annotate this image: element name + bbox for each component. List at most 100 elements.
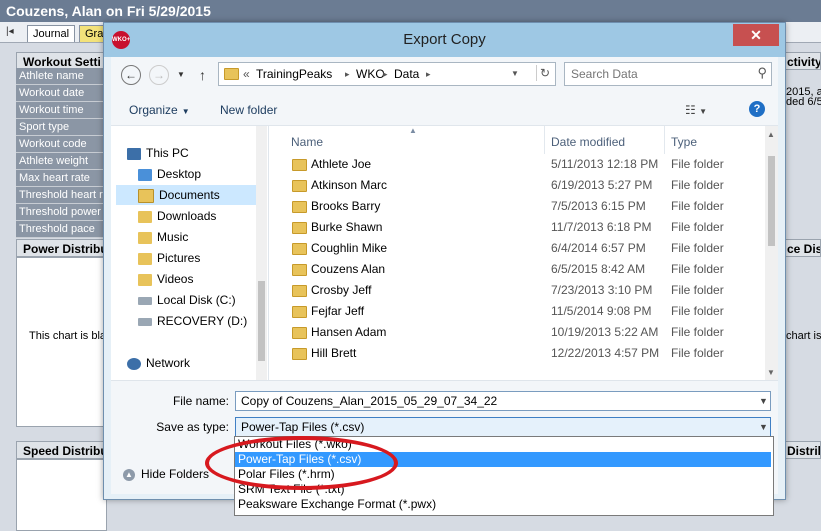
activity-header-right: ctivity o: [784, 52, 821, 70]
search-icon[interactable]: ⚲: [757, 65, 767, 81]
option-peaksware-exchange-format[interactable]: Peaksware Exchange Format (*.pwx): [235, 497, 771, 512]
field-workout-date: Workout date: [16, 85, 104, 102]
file-row[interactable]: Athlete Joe 5/11/2013 12:18 PM File folder: [269, 154, 765, 175]
nav-item-recovery-d[interactable]: RECOVERY (D:): [138, 311, 247, 331]
file-type: File folder: [671, 325, 724, 339]
field-threshold-heart-rate: Threshold heart ra: [16, 187, 104, 204]
app-title: Couzens, Alan on Fri 5/29/2015: [6, 3, 211, 19]
breadcrumb-data[interactable]: Data: [394, 63, 419, 85]
column-header-date-modified[interactable]: Date modified: [551, 134, 625, 150]
chevron-down-icon[interactable]: ▼: [759, 422, 768, 432]
nav-item-label: Videos: [157, 272, 194, 286]
field-sport-type: Sport type: [16, 119, 104, 136]
organize-button[interactable]: Organize ▼: [129, 101, 190, 121]
sort-up-icon: ▲: [409, 126, 417, 135]
file-name: Atkinson Marc: [311, 178, 388, 192]
file-row[interactable]: Brooks Barry 7/5/2013 6:15 PM File folder: [269, 196, 765, 217]
file-row[interactable]: Crosby Jeff 7/23/2013 3:10 PM File folder: [269, 280, 765, 301]
file-row[interactable]: Fejfar Jeff 11/5/2014 9:08 PM File folder: [269, 301, 765, 322]
nav-item-pictures[interactable]: Pictures: [138, 248, 200, 268]
file-type: File folder: [671, 304, 724, 318]
file-date: 7/23/2013 3:10 PM: [551, 283, 653, 297]
forward-arrow-icon[interactable]: →: [149, 65, 169, 85]
column-divider[interactable]: [664, 126, 665, 154]
scroll-up-icon[interactable]: ▲: [767, 130, 775, 139]
up-arrow-icon[interactable]: ↑: [199, 65, 206, 85]
column-header-type[interactable]: Type: [671, 134, 697, 150]
help-icon[interactable]: ?: [749, 101, 765, 117]
breadcrumb-trainingpeaks[interactable]: TrainingPeaks: [256, 63, 332, 85]
option-srm-text-file[interactable]: SRM Text File (*.txt): [235, 482, 771, 497]
nav-item-network[interactable]: Network: [127, 353, 190, 373]
drive-icon: [138, 317, 152, 326]
nav-item-desktop[interactable]: Desktop: [131, 164, 253, 184]
nav-scroll-thumb[interactable]: [258, 281, 265, 361]
nav-item-music[interactable]: Music: [138, 227, 188, 247]
folder-icon: [292, 180, 307, 192]
search-box[interactable]: ⚲: [564, 62, 772, 86]
file-date: 6/4/2014 6:57 PM: [551, 241, 646, 255]
search-input[interactable]: [565, 63, 753, 85]
nav-scrollbar[interactable]: [256, 126, 267, 380]
nav-item-label: Pictures: [157, 251, 201, 265]
address-bar[interactable]: « TrainingPeaks ▸ WKO ▸ Data ▸ ▼ ↻: [218, 62, 556, 86]
organize-label: Organize: [129, 103, 178, 117]
chevron-down-icon[interactable]: ▼: [759, 396, 768, 406]
new-folder-button[interactable]: New folder: [220, 101, 277, 119]
field-workout-code: Workout code: [16, 136, 104, 153]
blank-chart-text-right: chart is bla: [786, 330, 821, 342]
option-workout-files[interactable]: Workout Files (*.wko): [235, 437, 771, 452]
hide-folders-button[interactable]: ▲ Hide Folders: [123, 466, 209, 482]
file-name-label: File name:: [172, 394, 229, 408]
nav-item-label: Desktop: [157, 167, 202, 181]
speed-distribution-header: Speed Distribu: [16, 441, 106, 459]
breadcrumb-overflow[interactable]: «: [243, 63, 250, 85]
nav-item-documents[interactable]: Documents: [116, 185, 256, 205]
file-name: Athlete Joe: [311, 157, 372, 171]
file-row[interactable]: Couzens Alan 6/5/2015 8:42 AM File folder: [269, 259, 765, 280]
nav-item-label: Local Disk (C:): [157, 293, 236, 307]
chevron-right-icon[interactable]: ▸: [426, 63, 431, 85]
file-row[interactable]: Atkinson Marc 6/19/2013 5:27 PM File folde…: [269, 175, 765, 196]
column-divider[interactable]: [544, 126, 545, 154]
folder-icon: [292, 348, 307, 360]
file-row[interactable]: Coughlin Mike 6/4/2014 6:57 PM File folder: [269, 238, 765, 259]
tab-journal[interactable]: Journal: [27, 25, 76, 42]
column-header-name[interactable]: Name: [291, 134, 323, 150]
nav-item-videos[interactable]: Videos: [138, 269, 193, 289]
folder-icon: [292, 327, 307, 339]
save-as-type-select[interactable]: Power-Tap Files (*.csv): [235, 417, 771, 437]
nav-item-downloads[interactable]: Downloads: [138, 206, 216, 226]
file-row[interactable]: Hill Brett 12/22/2013 4:57 PM File folder: [269, 343, 765, 364]
file-type: File folder: [671, 283, 724, 297]
file-row[interactable]: Hansen Adam 10/19/2013 5:22 AM File folder: [269, 322, 765, 343]
option-polar-files[interactable]: Polar Files (*.hrm): [235, 467, 771, 482]
refresh-icon[interactable]: ↻: [536, 65, 553, 81]
field-athlete-weight: Athlete weight: [16, 153, 104, 170]
file-list-scrollbar[interactable]: ▲ ▼: [765, 126, 778, 380]
recent-locations-dropdown-icon[interactable]: ▼: [177, 65, 185, 85]
file-name: Fejfar Jeff: [311, 304, 365, 318]
option-power-tap-files[interactable]: Power-Tap Files (*.csv): [235, 452, 771, 467]
file-scroll-thumb[interactable]: [768, 156, 775, 246]
file-date: 10/19/2013 5:22 AM: [551, 325, 659, 339]
dialog-title: Export Copy: [403, 31, 486, 48]
documents-icon: [138, 188, 154, 203]
breadcrumb-wko[interactable]: WKO: [356, 63, 385, 85]
chevron-right-icon[interactable]: ▸: [345, 63, 350, 85]
nav-item-local-disk-c[interactable]: Local Disk (C:): [138, 290, 236, 310]
file-type: File folder: [671, 199, 724, 213]
app-title-bar: Couzens, Alan on Fri 5/29/2015: [0, 0, 821, 22]
file-name-input[interactable]: [235, 391, 771, 411]
videos-icon: [138, 273, 152, 286]
tab-nav-icon[interactable]: |◂: [6, 26, 14, 37]
scroll-down-icon[interactable]: ▼: [767, 368, 775, 377]
chevron-down-icon[interactable]: ▼: [511, 63, 519, 85]
back-arrow-icon[interactable]: ←: [121, 65, 141, 85]
file-row[interactable]: Burke Shawn 11/7/2013 6:18 PM File folder: [269, 217, 765, 238]
view-options-icon[interactable]: ☷ ▼: [685, 103, 707, 117]
chevron-right-icon[interactable]: ▸: [383, 63, 388, 85]
nav-item-this-pc[interactable]: This PC: [127, 143, 189, 163]
close-button[interactable]: ✕: [733, 24, 779, 46]
workout-field-list: Athlete name Workout date Workout time S…: [16, 68, 104, 238]
